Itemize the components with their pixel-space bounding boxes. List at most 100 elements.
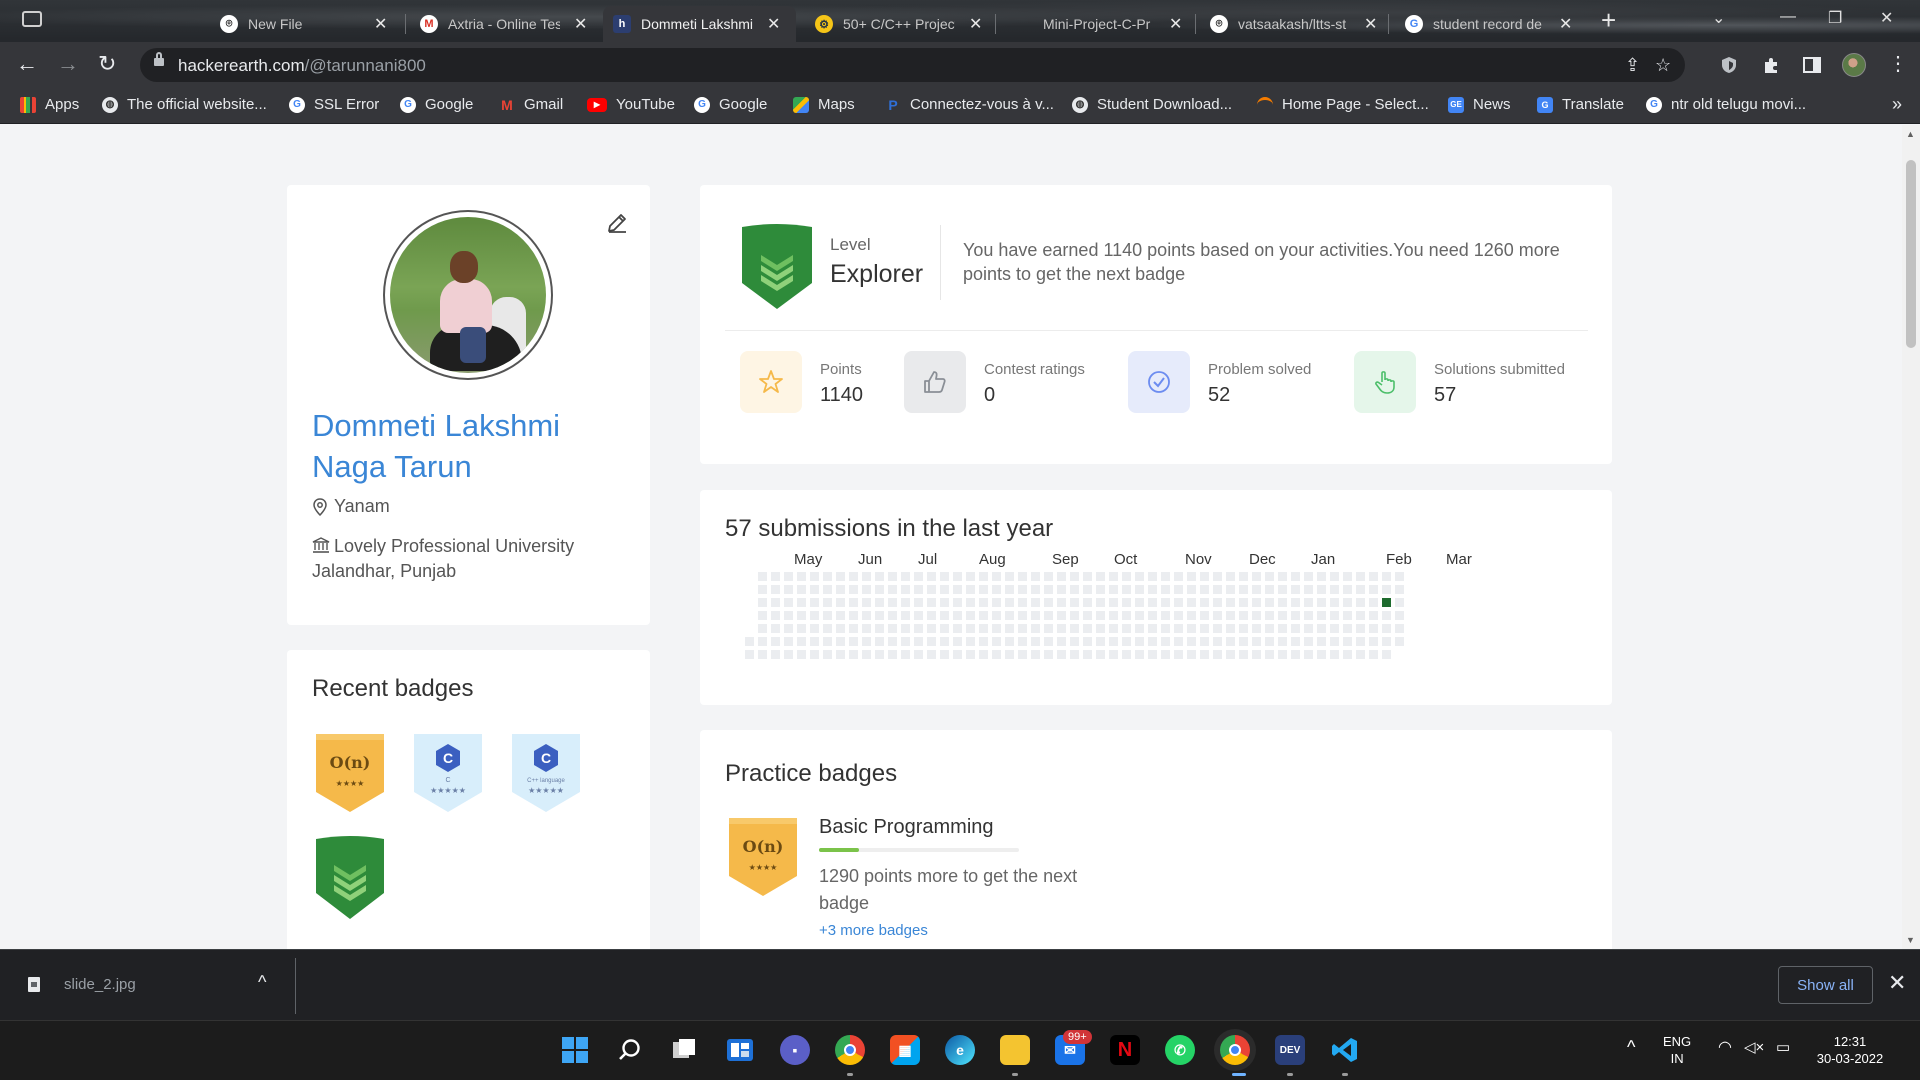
heatmap-cell[interactable] <box>1018 611 1027 620</box>
heatmap-cell[interactable] <box>1382 611 1391 620</box>
heatmap-cell[interactable] <box>1018 650 1027 659</box>
heatmap-cell[interactable] <box>1330 611 1339 620</box>
tab-hackerearth-profile[interactable]: h Dommeti Lakshmi ✕ <box>603 6 796 42</box>
heatmap-cell[interactable] <box>836 611 845 620</box>
heatmap-cell[interactable] <box>1343 598 1352 607</box>
heatmap-cell[interactable] <box>1018 637 1027 646</box>
bookmark-home-page[interactable]: Home Page - Select... <box>1257 96 1429 113</box>
heatmap-cell[interactable] <box>979 624 988 633</box>
heatmap-cell[interactable] <box>875 611 884 620</box>
heatmap-cell[interactable] <box>849 598 858 607</box>
heatmap-cell[interactable] <box>1317 572 1326 581</box>
more-badges-link[interactable]: +3 more badges <box>819 922 928 939</box>
heatmap-cell[interactable] <box>1070 624 1079 633</box>
heatmap-cell[interactable] <box>1382 572 1391 581</box>
heatmap-cell[interactable] <box>849 572 858 581</box>
heatmap-cell[interactable] <box>1005 624 1014 633</box>
heatmap-cell[interactable] <box>1252 611 1261 620</box>
heatmap-cell[interactable] <box>979 611 988 620</box>
heatmap-cell[interactable] <box>1278 585 1287 594</box>
scroll-down-arrow-icon[interactable]: ▼ <box>1906 935 1915 945</box>
heatmap-cell[interactable] <box>1161 572 1170 581</box>
heatmap-cell[interactable] <box>1135 637 1144 646</box>
heatmap-cell[interactable] <box>940 624 949 633</box>
heatmap-cell[interactable] <box>940 572 949 581</box>
heatmap-cell[interactable] <box>1187 572 1196 581</box>
heatmap-cell[interactable] <box>953 572 962 581</box>
heatmap-cell[interactable] <box>1278 611 1287 620</box>
download-item[interactable]: slide_2.jpg <box>28 976 136 993</box>
heatmap-cell[interactable] <box>1200 611 1209 620</box>
heatmap-cell[interactable] <box>1369 585 1378 594</box>
heatmap-cell[interactable] <box>849 624 858 633</box>
heatmap-cell[interactable] <box>1356 598 1365 607</box>
heatmap-cell[interactable] <box>1213 598 1222 607</box>
bookmark-ntr-movies[interactable]: Gntr old telugu movi... <box>1646 96 1806 113</box>
heatmap-cell[interactable] <box>862 637 871 646</box>
heatmap-cell[interactable] <box>849 637 858 646</box>
heatmap-cell[interactable] <box>1226 598 1235 607</box>
heatmap-cell[interactable] <box>1265 650 1274 659</box>
heatmap-cell[interactable] <box>1161 585 1170 594</box>
heatmap-cell[interactable] <box>862 585 871 594</box>
heatmap-cell[interactable] <box>1252 585 1261 594</box>
dev-cpp-icon[interactable]: DEV <box>1275 1035 1305 1065</box>
heatmap-cell[interactable] <box>979 637 988 646</box>
heatmap-cell[interactable] <box>1044 650 1053 659</box>
heatmap-cell[interactable] <box>979 650 988 659</box>
heatmap-cell[interactable] <box>1122 637 1131 646</box>
heatmap-cell[interactable] <box>1265 611 1274 620</box>
heatmap-cell[interactable] <box>1291 598 1300 607</box>
bookmarks-overflow-button[interactable]: » <box>1892 94 1902 115</box>
heatmap-cell[interactable] <box>1174 624 1183 633</box>
heatmap-cell[interactable] <box>992 611 1001 620</box>
heatmap-cell[interactable] <box>1291 585 1300 594</box>
heatmap-cell[interactable] <box>1187 585 1196 594</box>
heatmap-cell[interactable] <box>888 572 897 581</box>
heatmap-cell[interactable] <box>1343 611 1352 620</box>
bookmark-news[interactable]: GE News <box>1448 96 1511 113</box>
close-icon[interactable]: ✕ <box>969 14 982 34</box>
heatmap-cell[interactable] <box>914 611 923 620</box>
heatmap-cell[interactable] <box>1057 572 1066 581</box>
chrome-active-icon[interactable] <box>1220 1035 1250 1065</box>
bookmark-youtube[interactable]: ▶ YouTube <box>587 96 675 113</box>
heatmap-cell[interactable] <box>1382 624 1391 633</box>
heatmap-cell[interactable] <box>992 650 1001 659</box>
heatmap-cell[interactable] <box>1278 598 1287 607</box>
bookmark-ssl-error[interactable]: G SSL Error <box>289 96 379 113</box>
heatmap-cell[interactable] <box>992 637 1001 646</box>
heatmap-cell[interactable] <box>1265 598 1274 607</box>
heatmap-cell[interactable] <box>1044 611 1053 620</box>
heatmap-cell[interactable] <box>1148 585 1157 594</box>
heatmap-cell[interactable] <box>1109 650 1118 659</box>
heatmap-cell[interactable] <box>1083 624 1092 633</box>
heatmap-cell[interactable] <box>758 572 767 581</box>
heatmap-cell[interactable] <box>1031 624 1040 633</box>
heatmap-cell[interactable] <box>901 624 910 633</box>
heatmap-cell[interactable] <box>1291 637 1300 646</box>
heatmap-cell[interactable] <box>1174 572 1183 581</box>
heatmap-cell[interactable] <box>1044 598 1053 607</box>
back-arrow-icon[interactable]: ← <box>16 52 38 76</box>
heatmap-cell[interactable] <box>1291 650 1300 659</box>
heatmap-cell[interactable] <box>862 598 871 607</box>
heatmap-cell[interactable] <box>992 624 1001 633</box>
heatmap-cell[interactable] <box>1044 572 1053 581</box>
heatmap-cell[interactable] <box>1200 572 1209 581</box>
heatmap-cell[interactable] <box>914 650 923 659</box>
bookmark-student-download[interactable]: ◍ Student Download... <box>1072 96 1232 113</box>
heatmap-cell[interactable] <box>1395 637 1404 646</box>
heatmap-cell[interactable] <box>1057 624 1066 633</box>
heatmap-cell[interactable] <box>1070 598 1079 607</box>
heatmap-cell[interactable] <box>1005 572 1014 581</box>
chevron-up-icon[interactable]: ^ <box>258 972 266 993</box>
bookmark-connectez-vous[interactable]: P Connectez-vous à v... <box>885 96 1054 113</box>
chevron-up-tray-icon[interactable]: ^ <box>1627 1038 1635 1056</box>
bookmark-apps[interactable]: Apps <box>20 96 79 113</box>
close-icon[interactable]: ✕ <box>1559 14 1572 34</box>
minimize-icon[interactable]: — <box>1780 8 1796 26</box>
heatmap-cell[interactable] <box>784 572 793 581</box>
heatmap-cell[interactable] <box>810 650 819 659</box>
heatmap-cell[interactable] <box>758 637 767 646</box>
